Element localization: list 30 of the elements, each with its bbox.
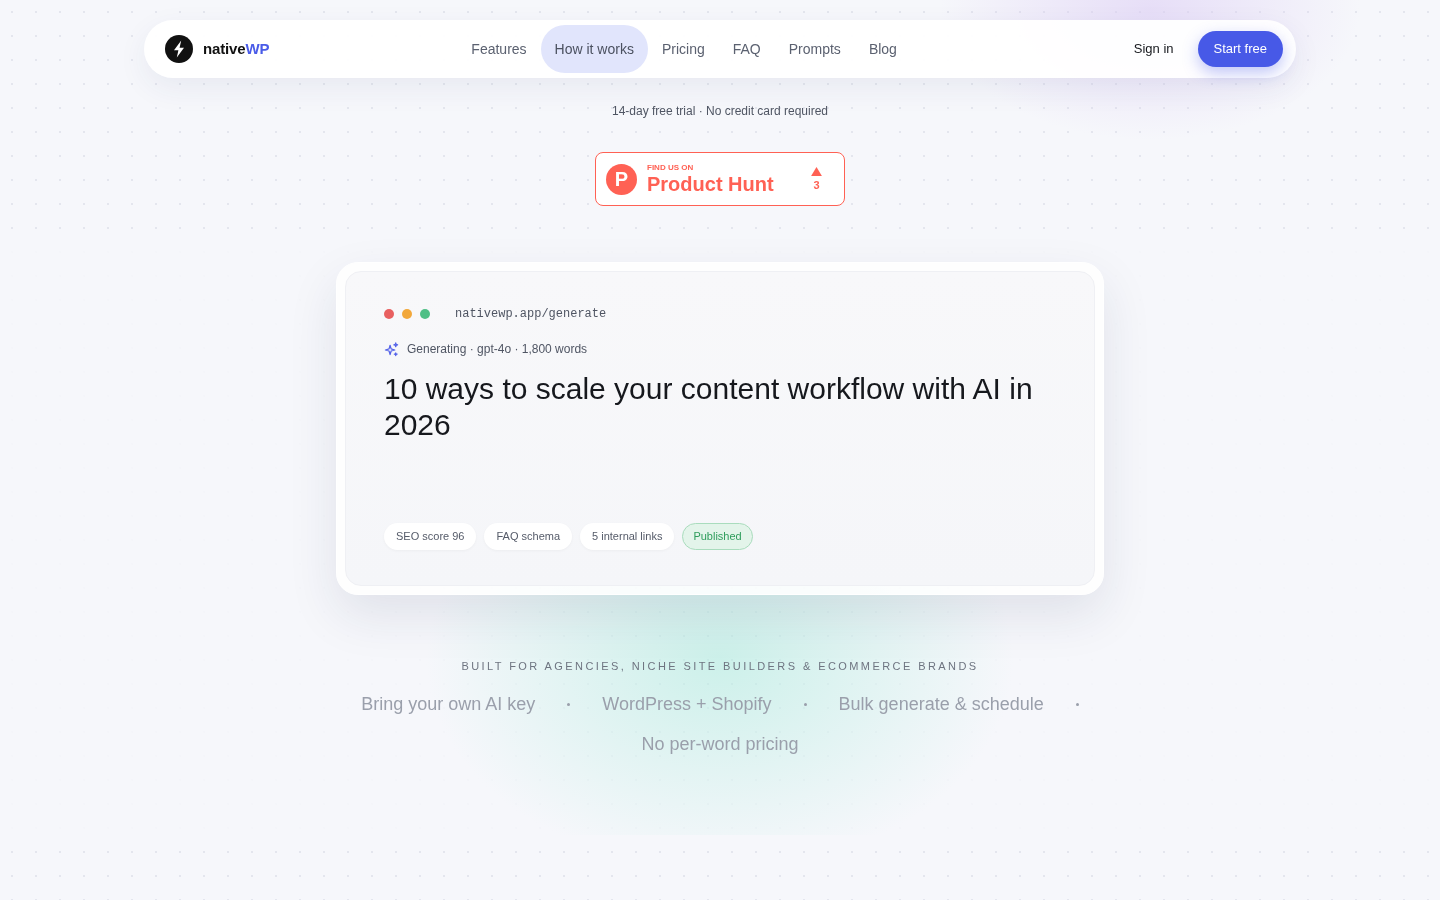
generation-status: Generating · gpt-4o · 1,800 words	[407, 341, 588, 358]
feature-text: No per-word pricing	[641, 733, 799, 756]
feature-text: WordPress + Shopify	[602, 693, 772, 716]
feature-text: Bring your own AI key	[361, 693, 536, 716]
audience-heading: BUILT FOR AGENCIES, NICHE SITE BUILDERS & ECOMMERCE BRANDS	[461, 659, 979, 674]
brand-logo-link[interactable]: nativeWP	[165, 35, 270, 63]
badge-eyebrow: FIND US ON	[647, 162, 695, 172]
nav-link[interactable]: Features	[457, 25, 541, 73]
tag-chip: 5 internal links	[580, 523, 675, 550]
status-badge: Published	[682, 523, 753, 550]
sparkle-icon	[384, 341, 399, 357]
brand-name: nativeWP	[203, 38, 270, 59]
feature-text: Bulk generate & schedule	[838, 693, 1044, 716]
url-text: nativewp.app/generate	[455, 306, 607, 323]
trial-note: 14-day free trial · No credit card required	[611, 103, 829, 119]
sign-in-link[interactable]: Sign in	[1133, 39, 1174, 59]
start-free-button[interactable]: Start free	[1197, 31, 1283, 67]
badge-title: Product Hunt	[647, 171, 774, 196]
nav-link[interactable]: How it works	[540, 25, 648, 73]
nav-link[interactable]: Pricing	[647, 25, 719, 73]
nav-link[interactable]: Prompts	[774, 25, 855, 73]
vote-count: 3	[813, 179, 820, 191]
bolt-logo-icon	[165, 35, 193, 63]
tag-chip: FAQ schema	[484, 523, 573, 550]
nav-link[interactable]: Blog	[854, 25, 911, 73]
upvote-icon	[811, 167, 822, 176]
product-hunt-logo: P	[606, 163, 637, 195]
tag-chip: SEO score 96	[384, 523, 477, 550]
nav-link[interactable]: FAQ	[718, 25, 775, 73]
article-headline: 10 ways to scale your content workflow with AI in 2026	[384, 371, 1034, 443]
